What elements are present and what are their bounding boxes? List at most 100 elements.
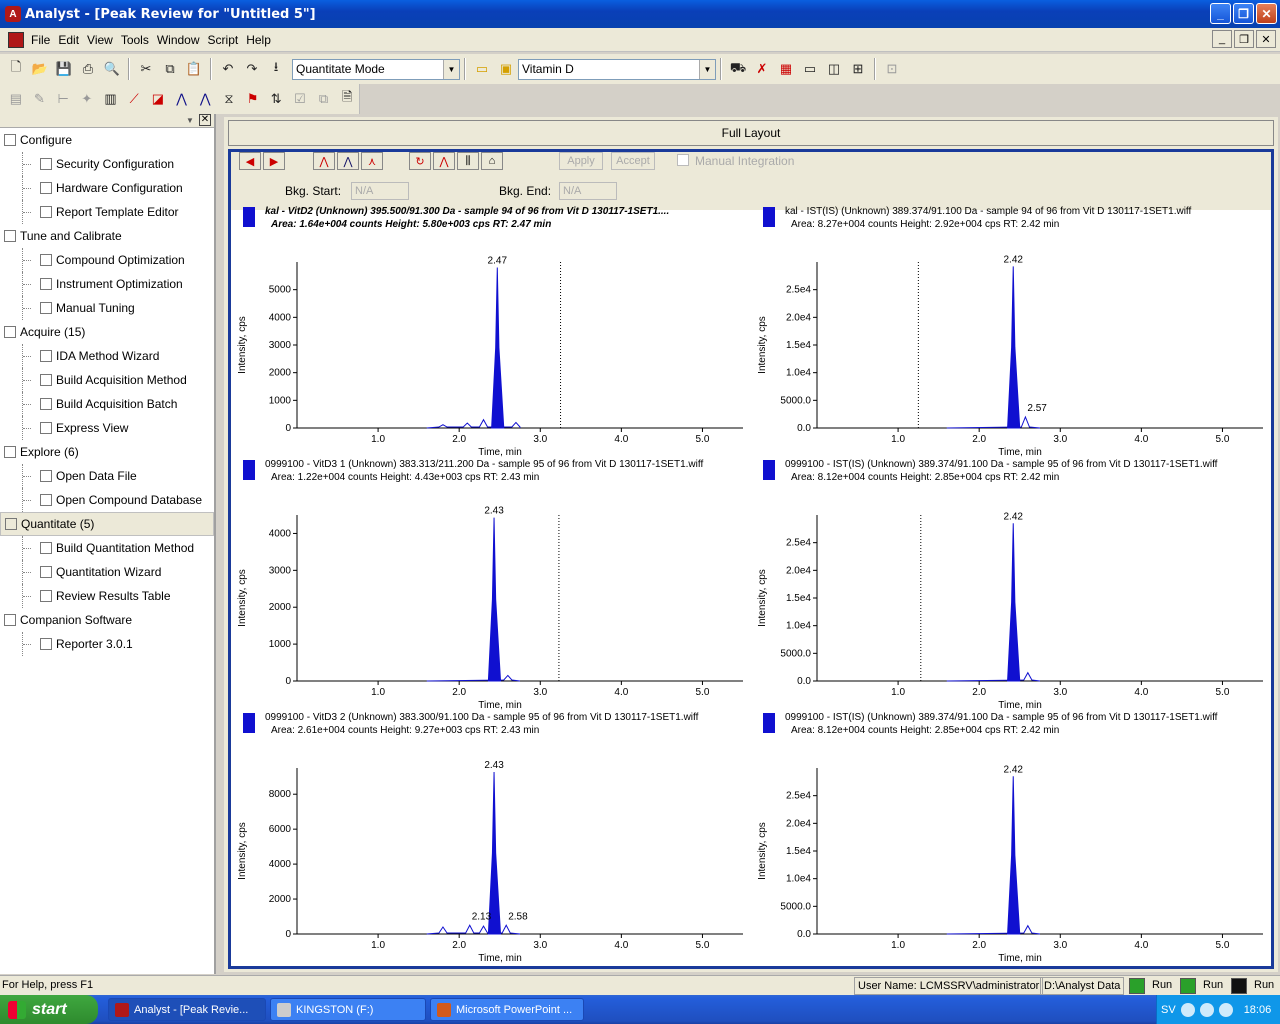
nav-item[interactable]: IDA Method Wizard [0,344,214,368]
next-sample-icon[interactable]: ▶ [263,152,285,170]
nav-item[interactable]: Instrument Optimization [0,272,214,296]
project-open-icon[interactable]: ▣ [495,58,517,80]
nav-item[interactable]: Companion Software [0,608,214,632]
nav-item[interactable]: Explore (6) [0,440,214,464]
window-icon[interactable]: ▭ [799,58,821,80]
security-icon[interactable] [1218,1002,1233,1017]
sort-icon[interactable]: ⇅ [265,88,287,110]
redo-icon[interactable]: ↷ [241,58,263,80]
chart-icon[interactable]: ▥ [100,88,122,110]
nav-item[interactable]: Review Results Table [0,584,214,608]
nav-item[interactable]: Report Template Editor [0,200,214,224]
save-icon[interactable]: 💾 [53,58,75,80]
chromatogram-panel[interactable]: 0999100 - VitD3 1 (Unknown) 383.313/211.… [231,457,751,710]
calibration-curve-icon[interactable]: ⟋ [123,88,145,110]
menu-view[interactable]: View [83,33,117,47]
nav-item[interactable]: Open Compound Database [0,488,214,512]
menu-help[interactable]: Help [242,33,275,47]
taskbar-item-kingston[interactable]: KINGSTON (F:) [270,998,426,1021]
report-icon[interactable]: 🗎 [336,88,358,110]
nav-item[interactable]: Build Acquisition Batch [0,392,214,416]
show-params-icon[interactable]: ⋀ [337,152,359,170]
menu-file[interactable]: File [27,33,54,47]
start-button[interactable]: start [0,995,98,1024]
home-icon[interactable]: ⌂ [481,152,503,170]
nav-item[interactable]: Security Configuration [0,152,214,176]
menu-edit[interactable]: Edit [54,33,83,47]
menu-tools[interactable]: Tools [117,33,153,47]
nav-item[interactable]: Hardware Configuration [0,176,214,200]
menu-script[interactable]: Script [204,33,243,47]
nav-item[interactable]: Acquire (15) [0,320,214,344]
chevron-down-icon[interactable]: ▼ [184,116,196,126]
tray-expand-icon[interactable] [1180,1002,1195,1017]
nav-item[interactable]: Build Acquisition Method [0,368,214,392]
undo-icon[interactable]: ↶ [217,58,239,80]
language-indicator[interactable]: SV [1161,1004,1176,1016]
tile-window-icon[interactable]: ⊞ [847,58,869,80]
open-folder-icon[interactable]: 📂 [29,58,51,80]
query-icon[interactable]: ⧉ [313,88,335,110]
previous-sample-icon[interactable]: ◀ [239,152,261,170]
chromatogram-panel[interactable]: 0999100 - IST(IS) (Unknown) 389.374/91.1… [751,457,1271,710]
print-icon[interactable]: ⎙ [77,58,99,80]
paste-icon[interactable]: 📋 [183,58,205,80]
nav-item[interactable]: Tune and Calibrate [0,224,214,248]
document-icon[interactable] [8,31,24,48]
full-layout-button[interactable]: Full Layout [228,120,1274,146]
cut-icon[interactable]: ✂ [135,58,157,80]
chromatogram-panel[interactable]: 0999100 - IST(IS) (Unknown) 389.374/91.1… [751,710,1271,963]
multi-peak-icon[interactable]: ⫼ [457,152,479,170]
flag-icon[interactable]: ⚑ [242,88,264,110]
peak-review-pane-icon[interactable]: ⋀ [194,88,216,110]
integration-params-icon[interactable]: ⋀ [313,152,335,170]
pin-icon[interactable]: ✦ [76,88,98,110]
doc-minimize-button[interactable]: _ [1212,30,1232,48]
truck-icon[interactable]: ⛟ [727,58,749,80]
peak-settings-icon[interactable]: ⋏ [361,152,383,170]
table-icon[interactable]: ▤ [5,88,27,110]
bkg-end-field[interactable]: N/A [559,182,617,200]
mode-select[interactable]: Quantitate Mode ▼ [292,58,460,80]
tree-icon[interactable]: ⊢ [52,88,74,110]
nav-item[interactable]: Build Quantitation Method [0,536,214,560]
nav-item[interactable]: Quantitation Wizard [0,560,214,584]
nav-item[interactable]: Express View [0,416,214,440]
maximize-button[interactable]: ❐ [1233,3,1254,24]
chromatogram-panel[interactable]: kal - VitD2 (Unknown) 395.500/91.300 Da … [231,204,751,457]
bkg-start-field[interactable]: N/A [351,182,409,200]
nav-item[interactable]: Compound Optimization [0,248,214,272]
print-preview-icon[interactable]: 🔍 [101,58,123,80]
download-icon[interactable]: ⭳ [265,58,287,80]
chromatogram-panel[interactable]: kal - IST(IS) (Unknown) 389.374/91.100 D… [751,204,1271,457]
delete-icon[interactable]: ✗ [751,58,773,80]
project-folder-icon[interactable]: ▭ [471,58,493,80]
accept-button[interactable]: Accept [611,152,655,170]
lock-icon[interactable]: ⊡ [881,58,903,80]
new-icon[interactable]: 🗋 [5,58,27,80]
minimize-button[interactable]: _ [1210,3,1231,24]
apply-button[interactable]: Apply [559,152,603,170]
edit-table-icon[interactable]: ✎ [29,88,51,110]
single-peak-icon[interactable]: ⋀ [433,152,455,170]
manual-integration-checkbox[interactable] [677,154,689,166]
split-window-icon[interactable]: ◫ [823,58,845,80]
network-icon[interactable] [1199,1002,1214,1017]
checklist-dim-icon[interactable]: ☑ [289,88,311,110]
refresh-icon[interactable]: ↻ [409,152,431,170]
nav-item[interactable]: Open Data File [0,464,214,488]
close-icon[interactable]: ✕ [199,114,211,126]
calibration-box-icon[interactable]: ◪ [147,88,169,110]
taskbar-item-powerpoint[interactable]: Microsoft PowerPoint ... [430,998,584,1021]
menu-window[interactable]: Window [153,33,204,47]
nav-item[interactable]: Quantitate (5) [0,512,214,536]
copy-icon[interactable]: ⧉ [159,58,181,80]
close-button[interactable]: ✕ [1256,3,1277,24]
project-select[interactable]: Vitamin D ▼ [518,58,716,80]
nav-item[interactable]: Manual Tuning [0,296,214,320]
doc-restore-button[interactable]: ❐ [1234,30,1254,48]
analyst-app-icon[interactable]: A [5,6,21,22]
calendar-icon[interactable]: ▦ [775,58,797,80]
doc-close-button[interactable]: ✕ [1256,30,1276,48]
peak-review-icon[interactable]: ⋀ [171,88,193,110]
